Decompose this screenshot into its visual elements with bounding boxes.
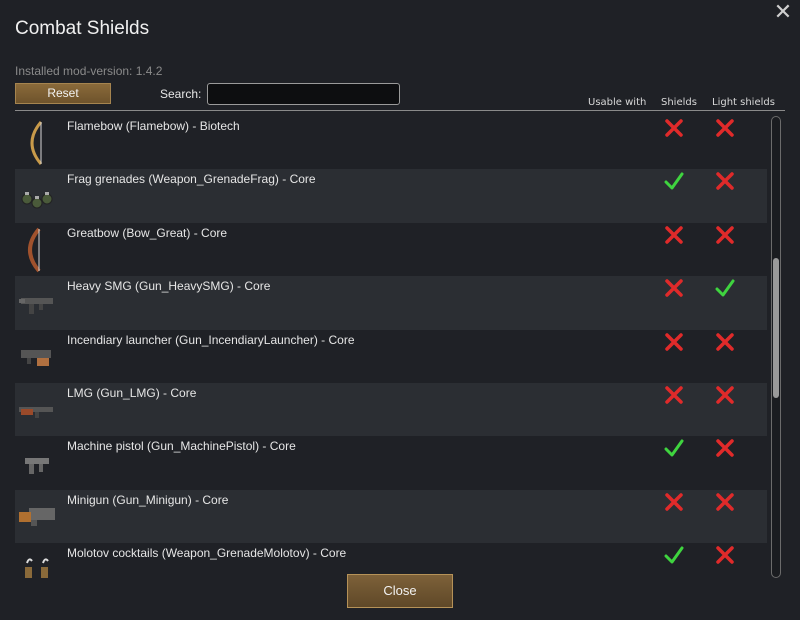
- weapon-label: Incendiary launcher (Gun_IncendiaryLaunc…: [67, 332, 355, 347]
- cross-icon[interactable]: [715, 385, 735, 405]
- weapon-list: Flamebow (Flamebow) - Biotech Frag grenad…: [15, 116, 767, 578]
- cross-icon[interactable]: [664, 385, 684, 405]
- weapon-label: LMG (Gun_LMG) - Core: [67, 385, 197, 400]
- grenade-icon: [19, 173, 55, 219]
- table-row: Incendiary launcher (Gun_IncendiaryLaunc…: [15, 330, 767, 383]
- table-row: Machine pistol (Gun_MachinePistol) - Cor…: [15, 436, 767, 489]
- check-icon[interactable]: [715, 278, 735, 298]
- check-icon[interactable]: [664, 438, 684, 458]
- header-divider: [15, 110, 785, 111]
- mod-settings-window: ✕ Combat Shields Installed mod-version: …: [0, 0, 800, 620]
- launcher-icon: [19, 334, 55, 380]
- minigun-icon: [19, 494, 55, 540]
- close-icon[interactable]: ✕: [772, 1, 794, 24]
- search-label: Search:: [160, 87, 202, 101]
- smg-icon: [19, 280, 55, 326]
- weapon-label: Frag grenades (Weapon_GrenadeFrag) - Cor…: [67, 172, 316, 187]
- cross-icon[interactable]: [664, 278, 684, 298]
- weapon-label: Minigun (Gun_Minigun) - Core: [67, 492, 229, 507]
- table-row: Molotov cocktails (Weapon_GrenadeMolotov…: [15, 543, 767, 578]
- table-row: Flamebow (Flamebow) - Biotech: [15, 116, 767, 169]
- column-header-shields[interactable]: Shields: [661, 97, 697, 108]
- pistol-icon: [19, 440, 55, 486]
- cross-icon[interactable]: [664, 225, 684, 245]
- column-header-usable-with: Usable with: [588, 97, 647, 108]
- column-header-light-shields[interactable]: Light shields: [712, 97, 775, 108]
- greatbow-icon: [19, 227, 55, 273]
- window-title: Combat Shields: [15, 18, 150, 39]
- cross-icon[interactable]: [664, 118, 684, 138]
- cross-icon[interactable]: [664, 492, 684, 512]
- scrollbar-thumb[interactable]: [773, 258, 779, 398]
- table-row: Frag grenades (Weapon_GrenadeFrag) - Cor…: [15, 169, 767, 223]
- cross-icon[interactable]: [715, 545, 735, 565]
- table-row: Minigun (Gun_Minigun) - Core: [15, 489, 767, 544]
- bow-icon: [19, 120, 55, 166]
- cross-icon[interactable]: [715, 492, 735, 512]
- cross-icon[interactable]: [715, 438, 735, 458]
- weapon-label: Molotov cocktails (Weapon_GrenadeMolotov…: [67, 546, 347, 561]
- weapon-label: Flamebow (Flamebow) - Biotech: [67, 119, 240, 133]
- cross-icon[interactable]: [664, 332, 684, 352]
- version-text: Installed mod-version: 1.4.2: [15, 64, 163, 78]
- weapon-label: Machine pistol (Gun_MachinePistol) - Cor…: [67, 439, 296, 454]
- weapon-label: Heavy SMG (Gun_HeavySMG) - Core: [67, 279, 271, 294]
- cross-icon[interactable]: [715, 118, 735, 138]
- close-button[interactable]: Close: [347, 574, 453, 608]
- molotov-icon: [19, 547, 55, 578]
- check-icon[interactable]: [664, 545, 684, 565]
- check-icon[interactable]: [664, 171, 684, 191]
- weapon-label: Greatbow (Bow_Great) - Core: [67, 225, 228, 240]
- lmg-icon: [19, 387, 55, 433]
- table-row: Greatbow (Bow_Great) - Core: [15, 223, 767, 276]
- search-input[interactable]: [207, 83, 400, 105]
- cross-icon[interactable]: [715, 225, 735, 245]
- cross-icon[interactable]: [715, 171, 735, 191]
- table-row: LMG (Gun_LMG) - Core: [15, 382, 767, 437]
- table-row: Heavy SMG (Gun_HeavySMG) - Core: [15, 276, 767, 330]
- cross-icon[interactable]: [715, 332, 735, 352]
- reset-button[interactable]: Reset: [15, 83, 111, 104]
